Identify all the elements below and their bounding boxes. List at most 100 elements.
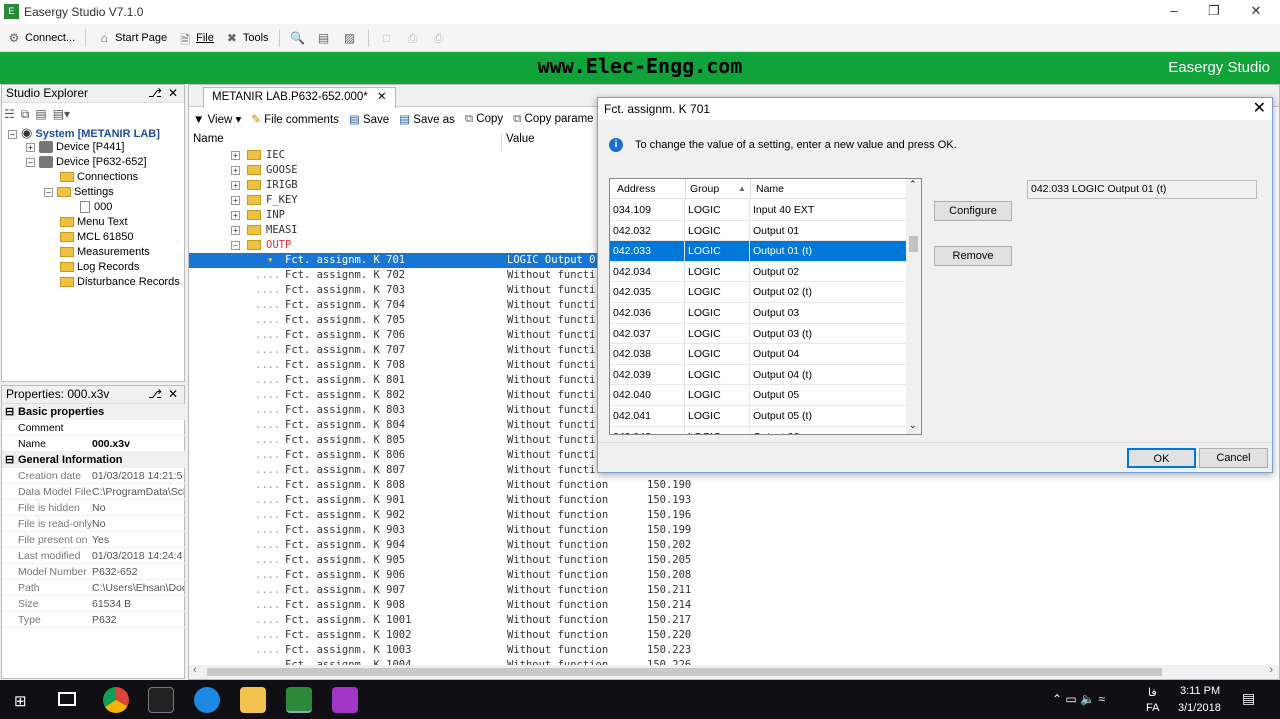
scroll-down-icon[interactable]: ⌄ — [909, 420, 917, 431]
file-menu[interactable]: 🗎 File — [177, 31, 214, 47]
copy-icon[interactable]: ⧉ — [21, 107, 30, 122]
signal-row[interactable]: 042.033 LOGIC Output 01 (t) — [610, 241, 906, 262]
start-page-button[interactable]: ⌂ Start Page — [96, 31, 168, 45]
prop-info-row[interactable]: Model Number P632-652 — [2, 564, 185, 580]
signal-row[interactable]: 042.038 LOGIC Output 04 — [610, 344, 906, 365]
setting-row[interactable]: .... Fct. assignm. K 1003 Without function… — [189, 643, 1089, 658]
prop-info-row[interactable]: Creation date 01/03/2018 14:21:5 — [2, 468, 185, 484]
print-icon[interactable]: ⎙ — [405, 31, 421, 45]
scroll-up-icon[interactable]: ⌃ — [909, 179, 917, 190]
signal-row[interactable]: 042.039 LOGIC Output 04 (t) — [610, 364, 906, 386]
minimize-button[interactable]: – — [1154, 0, 1194, 24]
prop-info-row[interactable]: Last modified 01/03/2018 14:24:4 — [2, 548, 185, 564]
signal-row[interactable]: 042.036 LOGIC Output 03 — [610, 303, 906, 324]
list-icon[interactable]: ▤▾ — [53, 107, 70, 121]
col-header-value[interactable]: Value — [506, 133, 535, 145]
setting-row[interactable]: .... Fct. assignm. K 1002 Without function… — [189, 628, 1089, 643]
prop-info-row[interactable]: File is read-only No — [2, 516, 185, 532]
tray-icons[interactable]: ⌃ ▭ 🔈 ≈ — [1052, 692, 1105, 706]
document-tab[interactable]: METANIR LAB.P632-652.000* ✕ — [203, 87, 396, 108]
col-address[interactable]: Address — [617, 179, 656, 199]
col-name[interactable]: Name — [756, 179, 784, 199]
horizontal-scrollbar[interactable]: ‹ › — [189, 664, 1279, 679]
setting-row[interactable]: .... Fct. assignm. K 808 Without function 1… — [189, 478, 1089, 493]
clock-date[interactable]: 3/1/2018 — [1178, 702, 1221, 714]
scroll-left-icon[interactable]: ‹ — [193, 664, 197, 676]
list-scrollbar[interactable]: ⌃ ⌄ — [906, 179, 921, 434]
folder-node[interactable]: + GOOSE — [189, 163, 589, 178]
prop-info-row[interactable]: Size 61534 B — [2, 596, 185, 612]
tree-device-p441[interactable]: + Device [P441] — [26, 140, 124, 155]
configure-button[interactable]: Configure — [934, 201, 1012, 221]
save-button[interactable]: ▤ Save — [349, 112, 389, 126]
tree-mcl[interactable]: MCL 61850 — [60, 230, 133, 245]
chrome-icon[interactable] — [103, 687, 129, 713]
folder-node[interactable]: – OUTP — [189, 238, 589, 253]
folder-node[interactable]: + IRIGB — [189, 178, 589, 193]
tree-connections[interactable]: Connections — [60, 170, 138, 185]
folder-node[interactable]: + INP — [189, 208, 589, 223]
signal-row[interactable]: 042.037 LOGIC Output 03 (t) — [610, 323, 906, 345]
tree-menu-text[interactable]: Menu Text — [60, 215, 128, 230]
selected-value-field[interactable]: 042.033 LOGIC Output 01 (t) — [1027, 180, 1257, 199]
prop-info-row[interactable]: File is hidden No — [2, 500, 185, 516]
easergy-taskbar-icon[interactable] — [286, 687, 312, 713]
tree-disturbance[interactable]: Disturbance Records — [60, 275, 180, 290]
prop-info-row[interactable]: Path C:\Users\Ehsan\Doc — [2, 580, 185, 596]
setting-row[interactable]: .... Fct. assignm. K 903 Without function 1… — [189, 523, 1089, 538]
signal-row[interactable]: 042.040 LOGIC Output 05 — [610, 385, 906, 406]
save-as-button[interactable]: ▤ Save as — [399, 112, 455, 126]
signal-row[interactable]: 042.042LOGICOutput 06 — [610, 426, 906, 434]
open-icon[interactable]: ▤ — [316, 31, 332, 45]
maximize-button[interactable]: ❐ — [1194, 0, 1234, 24]
windows-start-icon[interactable]: ⊞ — [14, 692, 27, 710]
basic-properties-section[interactable]: ⊟ Basic properties — [2, 404, 185, 420]
close-window-button[interactable]: ✕ — [1236, 0, 1276, 24]
prop-name[interactable]: Name 000.x3v — [2, 436, 185, 452]
setting-row[interactable]: .... Fct. assignm. K 901 Without function 1… — [189, 493, 1089, 508]
clock-time[interactable]: 3:11 PM — [1180, 685, 1220, 697]
browser-icon[interactable] — [194, 687, 220, 713]
tree-toolbar-icon[interactable]: ☵ — [4, 107, 15, 121]
setting-row[interactable]: .... Fct. assignm. K 907 Without function 1… — [189, 583, 1089, 598]
folder-node[interactable]: + MEASI — [189, 223, 589, 238]
tree-device-p632[interactable]: – Device [P632-652] — [26, 155, 147, 170]
general-info-section[interactable]: ⊟ General Information — [2, 452, 185, 468]
signal-row[interactable]: 042.035 LOGIC Output 02 (t) — [610, 282, 906, 303]
preview-icon[interactable]: □ — [379, 31, 395, 45]
col-group[interactable]: Group — [690, 179, 719, 199]
setting-row[interactable]: .... Fct. assignm. K 904 Without function 1… — [189, 538, 1089, 553]
view-button[interactable]: ▼ View ▾ — [193, 112, 241, 126]
remove-button[interactable]: Remove — [934, 246, 1012, 266]
file-comments-button[interactable]: ✎ File comments — [251, 112, 339, 126]
folder-node[interactable]: + F_KEY — [189, 193, 589, 208]
folder-node[interactable]: + IEC — [189, 148, 589, 163]
language-indicator[interactable]: FA — [1146, 702, 1159, 714]
tree-settings[interactable]: – Settings — [44, 185, 114, 200]
setting-row[interactable]: .... Fct. assignm. K 902 Without function 1… — [189, 508, 1089, 523]
signal-row[interactable]: 042.034 LOGIC Output 02 — [610, 261, 906, 283]
notification-icon[interactable]: ▤ — [1242, 690, 1255, 707]
setting-row[interactable]: .... Fct. assignm. K 1001 Without function… — [189, 613, 1089, 628]
setting-row[interactable]: ▾ Fct. assignm. K 701 LOGIC Output 01 — [189, 253, 602, 268]
tree-measurements[interactable]: Measurements — [60, 245, 150, 260]
close-icon[interactable]: ✕ — [168, 85, 178, 102]
setting-row[interactable]: .... Fct. assignm. K 905 Without function 1… — [189, 553, 1089, 568]
tree-log-records[interactable]: Log Records — [60, 260, 139, 275]
file-explorer-icon[interactable] — [240, 687, 266, 713]
tree-system[interactable]: – ◉ System [METANIR LAB] — [8, 125, 160, 140]
search-icon[interactable]: 🔍 — [290, 31, 306, 45]
new-icon[interactable]: ▤ — [35, 107, 46, 121]
import-icon[interactable]: ▨ — [342, 31, 358, 45]
setting-row[interactable]: .... Fct. assignm. K 908 Without function 1… — [189, 598, 1089, 613]
signal-row[interactable]: 042.041 LOGIC Output 05 (t) — [610, 406, 906, 427]
prop-comment[interactable]: Comment — [2, 420, 185, 436]
pdf-icon[interactable] — [332, 687, 358, 713]
pin-icon[interactable]: ⎇ — [148, 85, 162, 102]
prop-info-row[interactable]: File present on Yes — [2, 532, 185, 548]
copy-button[interactable]: ⧉ Copy — [465, 113, 503, 126]
setting-row[interactable]: .... Fct. assignm. K 906 Without function 1… — [189, 568, 1089, 583]
ok-button[interactable]: OK — [1127, 448, 1196, 468]
terminal-icon[interactable] — [148, 687, 174, 713]
signal-row[interactable]: 034.109 LOGIC Input 40 EXT — [610, 200, 906, 221]
